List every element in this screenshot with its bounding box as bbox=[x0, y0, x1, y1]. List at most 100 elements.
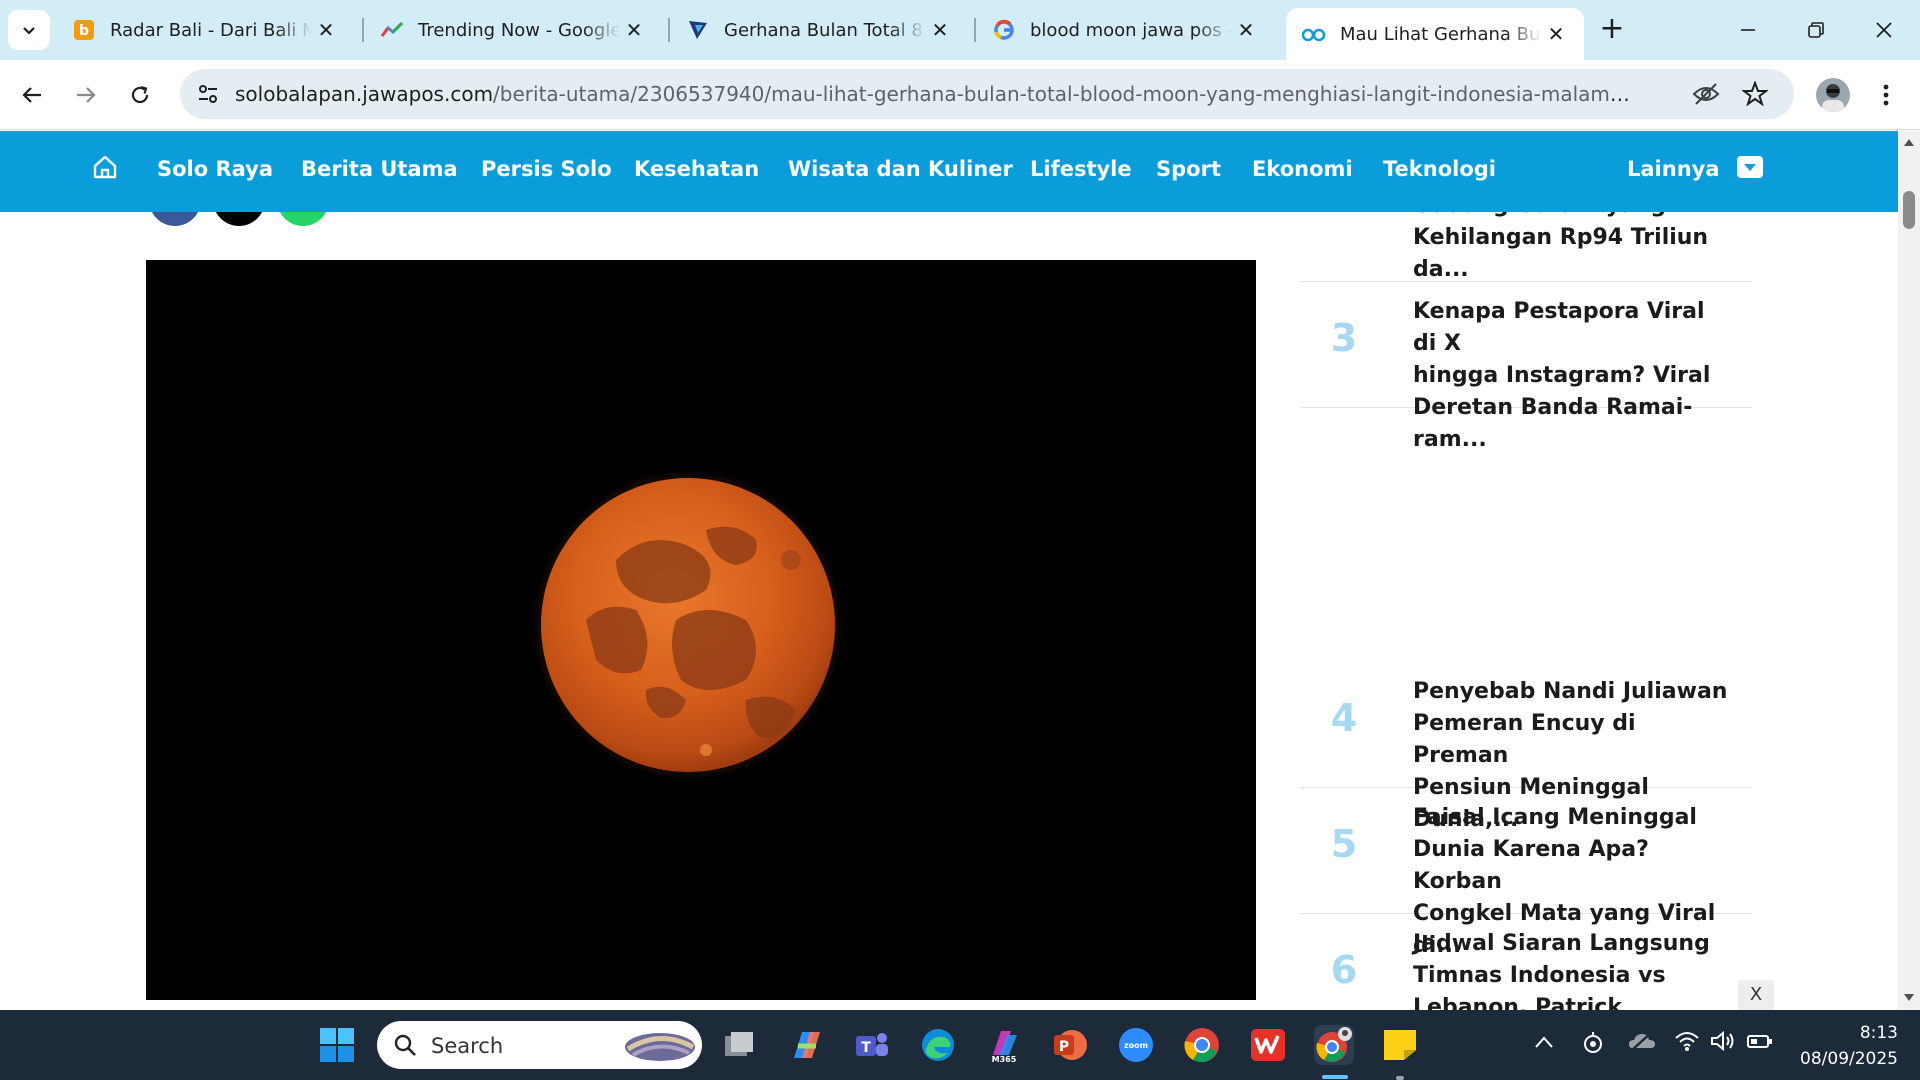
chevron-up-icon[interactable] bbox=[1534, 1030, 1554, 1055]
clock-date: 08/09/2025 bbox=[1800, 1049, 1898, 1069]
task-view-icon[interactable] bbox=[720, 1025, 760, 1065]
url-text: solobalapan.jawapos.com/berita-utama/230… bbox=[235, 82, 1635, 106]
restore-button[interactable] bbox=[1786, 8, 1846, 52]
title-line: Penyebab Nandi Juliawan bbox=[1413, 679, 1728, 704]
nav-item-teknologi[interactable]: Teknologi bbox=[1383, 157, 1496, 181]
arrow-right-icon bbox=[77, 87, 96, 103]
search-icon bbox=[394, 1034, 416, 1056]
nav-item-berita-utama[interactable]: Berita Utama bbox=[301, 157, 458, 181]
whatsapp-share-button[interactable] bbox=[277, 212, 329, 226]
taskbar-search-box[interactable]: Search bbox=[377, 1021, 702, 1069]
facebook-share-button[interactable] bbox=[149, 212, 201, 226]
tab-strip: b Radar Bali - Dari Bali Men ✕ Trending … bbox=[0, 0, 1920, 60]
volume-icon[interactable] bbox=[1710, 1030, 1736, 1058]
ad-close-button[interactable]: X bbox=[1738, 980, 1774, 1010]
edge-icon[interactable] bbox=[918, 1025, 958, 1065]
reload-icon bbox=[131, 85, 149, 104]
battery-icon[interactable] bbox=[1746, 1030, 1774, 1058]
chrome-icon[interactable] bbox=[1182, 1025, 1222, 1065]
solobalapan-icon bbox=[1302, 22, 1326, 46]
address-bar[interactable]: solobalapan.jawapos.com/berita-utama/230… bbox=[180, 69, 1794, 119]
list-item[interactable]: 5 Faisal Icang Meninggal Dunia Karena Ap… bbox=[1300, 788, 1752, 958]
list-item[interactable]: 4 Penyebab Nandi Juliawan Pemeran Encuy … bbox=[1300, 662, 1752, 832]
microsoft-365-icon[interactable]: M365 bbox=[984, 1025, 1024, 1065]
close-window-button[interactable] bbox=[1854, 8, 1914, 52]
x-share-button[interactable] bbox=[213, 212, 265, 226]
zoom-icon[interactable]: zoom bbox=[1116, 1025, 1156, 1065]
google-icon bbox=[992, 18, 1016, 42]
nav-item-kesehatan[interactable]: Kesehatan bbox=[634, 157, 759, 181]
sticky-notes-icon[interactable] bbox=[1380, 1025, 1420, 1065]
close-icon[interactable]: ✕ bbox=[620, 16, 648, 44]
active-app-indicator bbox=[1322, 1075, 1348, 1079]
menu-button[interactable] bbox=[1866, 75, 1906, 115]
avatar[interactable] bbox=[1816, 78, 1850, 112]
tray-app-icon[interactable] bbox=[1582, 1030, 1604, 1060]
title-line: Faisal Icang Meninggal bbox=[1413, 805, 1697, 830]
blood-moon-image bbox=[533, 470, 843, 780]
nav-more-button[interactable]: Lainnya bbox=[1627, 156, 1763, 181]
powerpoint-icon[interactable]: P bbox=[1050, 1025, 1090, 1065]
back-button[interactable] bbox=[12, 75, 52, 115]
taskbar-search-label: Search bbox=[431, 1034, 504, 1058]
teams-icon[interactable]: T bbox=[852, 1025, 892, 1065]
svg-text:zoom: zoom bbox=[1124, 1041, 1148, 1050]
tab-mau-lihat-gerhana[interactable]: Mau Lihat Gerhana Bulan ✕ bbox=[1286, 8, 1584, 60]
rank-number: 4 bbox=[1330, 696, 1358, 740]
tab-gerhana-bulan[interactable]: Gerhana Bulan Total 8 Se ✕ bbox=[670, 8, 968, 52]
wifi-icon[interactable] bbox=[1674, 1030, 1700, 1058]
news-title[interactable]: Kenapa Pestapora Viral di X hingga Insta… bbox=[1413, 296, 1733, 456]
scroll-down-icon[interactable] bbox=[1903, 993, 1915, 1003]
tab-search-button[interactable] bbox=[8, 10, 50, 50]
reload-button[interactable] bbox=[120, 75, 160, 115]
url-path: /berita-utama/2306537940/mau-lihat-gerha… bbox=[493, 82, 1635, 106]
minimize-button[interactable] bbox=[1718, 8, 1778, 52]
more-vertical-icon bbox=[1883, 84, 1889, 106]
browser-toolbar: solobalapan.jawapos.com/berita-utama/230… bbox=[0, 60, 1920, 130]
chrome-profile-icon[interactable] bbox=[1314, 1025, 1354, 1065]
title-line: Jadwal Siaran Langsung bbox=[1413, 931, 1710, 956]
nav-item-lifestyle[interactable]: Lifestyle bbox=[1030, 157, 1132, 181]
nav-item-persis-solo[interactable]: Persis Solo bbox=[481, 157, 612, 181]
tab-blood-moon-search[interactable]: blood moon jawa pos - G ✕ bbox=[976, 8, 1274, 52]
caret-down-icon bbox=[1736, 156, 1763, 178]
page-scrollbar[interactable] bbox=[1898, 131, 1920, 1010]
tab-title: Mau Lihat Gerhana Bulan bbox=[1340, 23, 1542, 45]
list-item[interactable]: 3 Kenapa Pestapora Viral di X hingga Ins… bbox=[1300, 282, 1752, 452]
close-icon[interactable]: ✕ bbox=[1232, 16, 1260, 44]
site-settings-icon[interactable] bbox=[196, 82, 220, 110]
svg-text:M365: M365 bbox=[992, 1055, 1017, 1063]
close-icon[interactable]: ✕ bbox=[1542, 20, 1570, 48]
nav-item-solo-raya[interactable]: Solo Raya bbox=[157, 157, 273, 181]
copilot-icon[interactable] bbox=[786, 1025, 826, 1065]
nav-item-ekonomi[interactable]: Ekonomi bbox=[1252, 157, 1353, 181]
tab-radar-bali[interactable]: b Radar Bali - Dari Bali Men ✕ bbox=[56, 8, 354, 52]
eye-off-icon[interactable] bbox=[1692, 82, 1720, 110]
title-line: Lebanon, Patrick Kluivert... bbox=[1413, 995, 1622, 1010]
wps-office-icon[interactable] bbox=[1248, 1025, 1288, 1065]
tab-google-trends[interactable]: Trending Now - Google T ✕ bbox=[364, 8, 662, 52]
scroll-up-icon[interactable] bbox=[1903, 137, 1915, 147]
new-tab-button[interactable]: + bbox=[1595, 14, 1629, 48]
list-item[interactable]: 6 Jadwal Siaran Langsung Timnas Indonesi… bbox=[1300, 914, 1752, 1010]
nav-more-label: Lainnya bbox=[1627, 157, 1720, 181]
news-title[interactable]: Jadwal Siaran Langsung Timnas Indonesia … bbox=[1413, 928, 1733, 1010]
bookmark-star-icon[interactable] bbox=[1741, 80, 1769, 111]
url-host: solobalapan.jawapos.com bbox=[235, 82, 494, 106]
close-icon[interactable]: ✕ bbox=[926, 16, 954, 44]
title-line: Pemeran Encuy di Preman bbox=[1413, 711, 1636, 768]
radar-bali-icon: b bbox=[72, 18, 96, 42]
news-title[interactable]: Gudang Garam yang Kehilangan Rp94 Triliu… bbox=[1413, 212, 1733, 286]
home-icon[interactable] bbox=[91, 153, 119, 185]
google-trends-icon bbox=[380, 18, 404, 42]
close-icon[interactable]: ✕ bbox=[312, 16, 340, 44]
windows-start-icon[interactable] bbox=[317, 1025, 357, 1065]
nav-item-sport[interactable]: Sport bbox=[1156, 157, 1221, 181]
svg-text:b: b bbox=[79, 23, 89, 39]
list-item[interactable]: Gudang Garam yang Kehilangan Rp94 Triliu… bbox=[1300, 212, 1752, 282]
scrollbar-thumb[interactable] bbox=[1903, 191, 1915, 229]
onedrive-icon[interactable] bbox=[1628, 1030, 1656, 1058]
nav-item-wisata-dan-kuliner[interactable]: Wisata dan Kuliner bbox=[788, 157, 1013, 181]
forward-button[interactable] bbox=[66, 75, 106, 115]
system-clock[interactable]: 8:13 08/09/2025 bbox=[1780, 1020, 1898, 1072]
